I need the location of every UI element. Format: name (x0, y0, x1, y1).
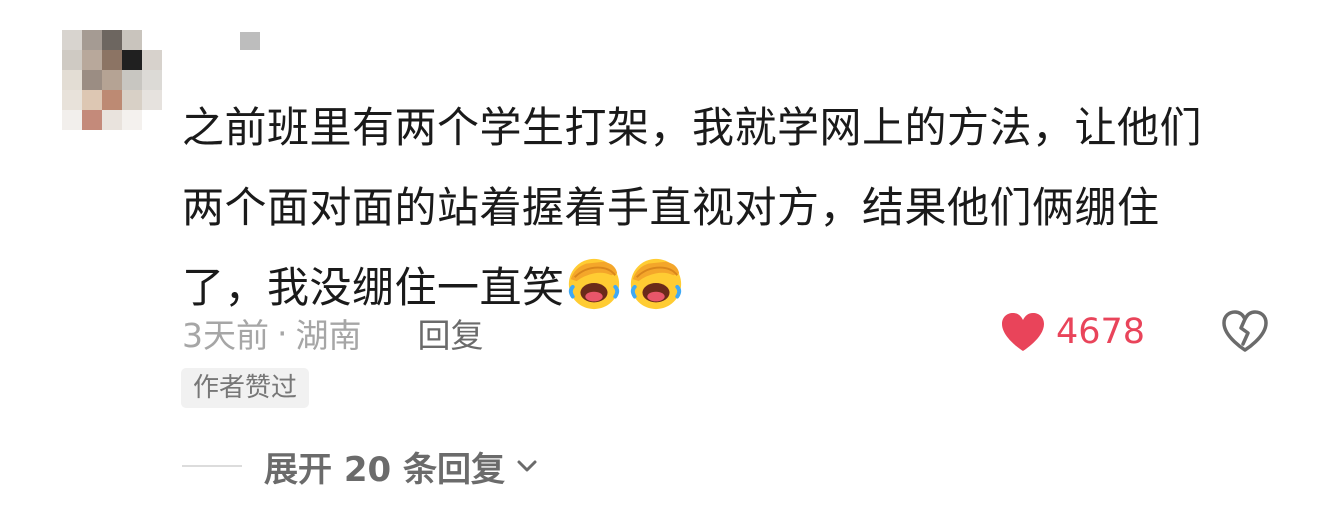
facepalm-laugh-emoji (630, 258, 681, 310)
broken-heart-icon[interactable] (1220, 306, 1270, 356)
heart-icon (1002, 313, 1044, 351)
facepalm-laugh-emoji (568, 258, 619, 310)
avatar[interactable] (62, 30, 162, 130)
comment-meta: 3天前 · 湖南 回复 (182, 308, 484, 358)
comment-item: 之前班里有两个学生打架，我就学网上的方法，让他们 两个面对面的站着握着手直视对方… (0, 0, 1320, 524)
comment-text: 之前班里有两个学生打架，我就学网上的方法，让他们 两个面对面的站着握着手直视对方… (182, 88, 1272, 328)
username-redaction (240, 32, 260, 50)
author-liked-badge: 作者赞过 (181, 368, 310, 408)
comment-text-line: 了，我没绷住一直笑 (182, 263, 565, 312)
comment-time: 3天前 (182, 316, 269, 355)
comment-location: 湖南 (295, 316, 362, 355)
expand-replies-label: 展开 20 条回复 (264, 449, 505, 490)
chevron-down-icon (517, 460, 537, 472)
like-button[interactable]: 4678 (1000, 306, 1145, 358)
reply-button[interactable]: 回复 (418, 309, 484, 357)
comment-text-line: 之前班里有两个学生打架，我就学网上的方法，让他们 (182, 103, 1203, 152)
divider (182, 465, 242, 467)
like-count: 4678 (1056, 312, 1146, 352)
meta-separator: · (277, 313, 288, 353)
expand-replies-button[interactable]: 展开 20 条回复 (182, 440, 539, 492)
comment-text-line: 两个面对面的站着握着手直视对方，结果他们俩绷住 (182, 183, 1160, 232)
